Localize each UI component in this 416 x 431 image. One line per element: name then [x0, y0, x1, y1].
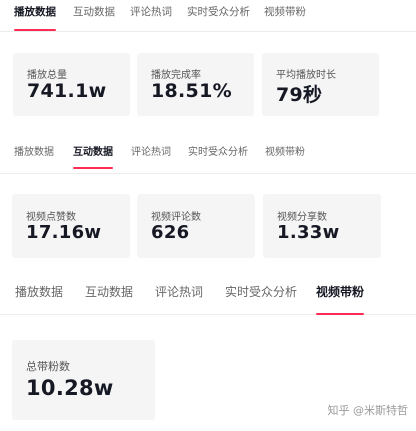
metric-label: 播放总量 — [27, 70, 67, 81]
tab-label: 播放数据 — [14, 6, 56, 18]
tab-bar-interaction: 播放数据 互动数据 评论热词 实时受众分析 视频带粉 — [0, 140, 416, 174]
tab-label: 评论热词 — [130, 6, 172, 18]
tab-interaction-data[interactable]: 互动数据 — [85, 280, 133, 304]
tab-comment-hotwords[interactable]: 评论热词 — [131, 142, 171, 164]
tab-video-followers[interactable]: 视频带粉 — [265, 142, 305, 164]
metric-card-total-followers: 总带粉数 10.28w — [12, 340, 155, 420]
tab-interaction-data[interactable]: 互动数据 — [73, 1, 115, 23]
tab-comment-hotwords[interactable]: 评论热词 — [130, 1, 172, 23]
tab-playback-data[interactable]: 播放数据 — [14, 142, 54, 164]
tab-label: 视频带粉 — [265, 147, 305, 158]
zhihu-watermark: 知乎 @米斯特哲 — [327, 404, 409, 417]
metric-card-completion-rate: 播放完成率 18.51% — [137, 53, 254, 116]
tab-realtime-audience[interactable]: 实时受众分析 — [225, 280, 297, 304]
tab-label: 实时受众分析 — [225, 285, 298, 299]
metric-label: 播放完成率 — [151, 70, 201, 81]
metric-value: 79秒 — [276, 84, 323, 106]
tab-playback-data[interactable]: 播放数据 — [14, 1, 56, 31]
tab-label: 评论热词 — [131, 147, 171, 158]
tab-realtime-audience[interactable]: 实时受众分析 — [187, 1, 250, 23]
tab-label: 互动数据 — [85, 285, 134, 299]
metric-value: 741.1w — [27, 80, 107, 102]
tab-label: 播放数据 — [14, 147, 54, 158]
tab-label: 互动数据 — [73, 147, 113, 158]
tab-playback-data[interactable]: 播放数据 — [15, 280, 63, 304]
metric-label: 总带粉数 — [26, 360, 70, 373]
metric-value: 17.16w — [26, 222, 102, 243]
metric-label: 视频分享数 — [277, 212, 327, 223]
tab-label: 播放数据 — [15, 285, 64, 299]
tab-label: 视频带粉 — [316, 285, 365, 299]
active-tab-indicator — [14, 29, 56, 31]
tab-video-followers[interactable]: 视频带粉 — [264, 1, 306, 23]
metric-card-comments: 视频评论数 626 — [137, 194, 255, 258]
metric-label: 视频点赞数 — [26, 212, 76, 223]
active-tab-indicator — [316, 313, 365, 315]
tab-label: 实时受众分析 — [188, 147, 248, 158]
tab-video-followers[interactable]: 视频带粉 — [316, 280, 365, 315]
metric-value: 18.51% — [151, 80, 232, 102]
metric-card-shares: 视频分享数 1.33w — [263, 194, 381, 258]
metric-value: 10.28w — [26, 376, 114, 400]
tab-bar-followers: 播放数据 互动数据 评论热词 实时受众分析 视频带粉 — [0, 275, 416, 315]
metric-value: 626 — [151, 222, 190, 243]
tab-bar-playback: 播放数据 互动数据 评论热词 实时受众分析 视频带粉 — [0, 0, 416, 32]
metric-card-likes: 视频点赞数 17.16w — [12, 194, 130, 258]
metric-label: 平均播放时长 — [276, 70, 336, 81]
tab-label: 视频带粉 — [264, 6, 306, 18]
metric-card-total-plays: 播放总量 741.1w — [13, 53, 130, 116]
tab-label: 评论热词 — [155, 285, 204, 299]
tab-label: 实时受众分析 — [187, 6, 250, 18]
tab-interaction-data[interactable]: 互动数据 — [73, 142, 113, 169]
active-tab-indicator — [73, 167, 113, 169]
metric-card-avg-duration: 平均播放时长 79秒 — [262, 53, 379, 116]
tab-label: 互动数据 — [73, 6, 115, 18]
metric-label: 视频评论数 — [151, 212, 201, 223]
metric-value: 1.33w — [277, 222, 340, 243]
tab-comment-hotwords[interactable]: 评论热词 — [155, 280, 203, 304]
tab-realtime-audience[interactable]: 实时受众分析 — [188, 142, 248, 164]
